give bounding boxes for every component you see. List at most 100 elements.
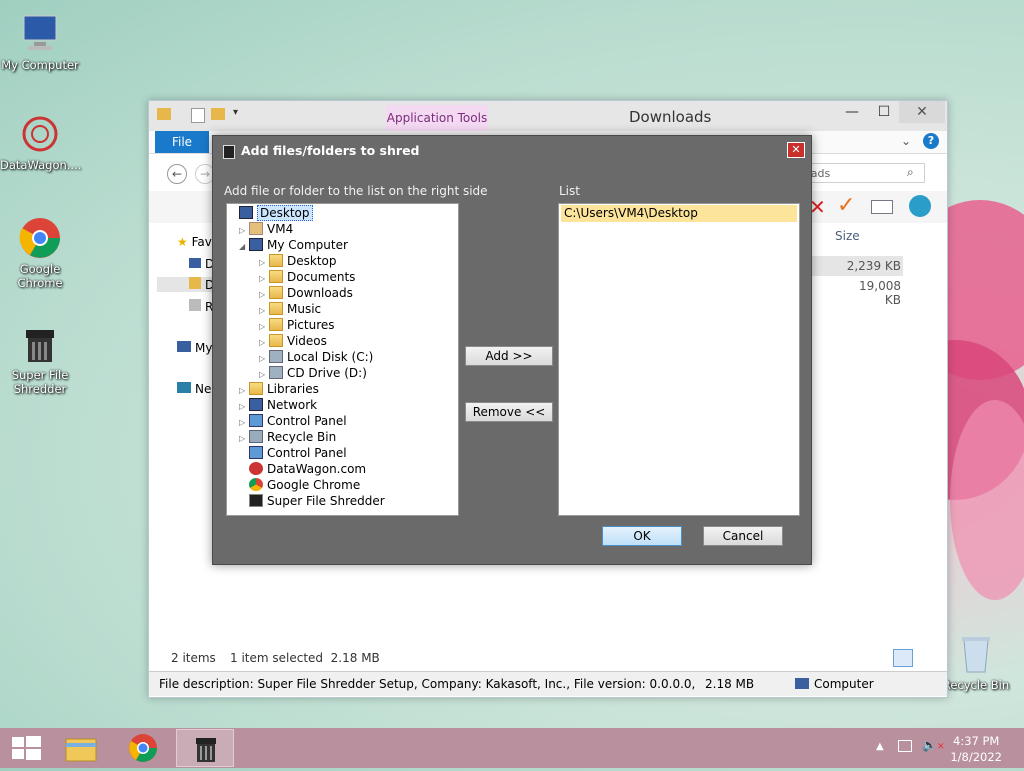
network-icon bbox=[177, 382, 191, 393]
ribbon-expand-icon[interactable]: ⌄ bbox=[901, 134, 911, 148]
nav-my-computer[interactable]: My bbox=[177, 341, 212, 355]
desktop-icon-super-file-shredder[interactable]: Super File Shredder bbox=[0, 322, 80, 396]
list-item[interactable]: C:\Users\VM4\Desktop bbox=[561, 205, 797, 222]
tree-item[interactable]: ▷ Control Panel bbox=[239, 413, 347, 429]
add-button[interactable]: Add >> bbox=[465, 346, 553, 366]
tree-item-label: Music bbox=[287, 302, 322, 316]
tree-item[interactable]: ▷ Documents bbox=[259, 269, 355, 285]
nav-fav-item[interactable]: D bbox=[189, 257, 214, 271]
my-computer-icon bbox=[18, 12, 62, 56]
tree-item[interactable]: ◢ My Computer bbox=[239, 237, 348, 253]
nav-network[interactable]: Ne bbox=[177, 382, 211, 396]
taskbar-super-file-shredder[interactable] bbox=[176, 729, 234, 767]
shredder-icon bbox=[18, 322, 62, 366]
windows-logo-icon bbox=[12, 736, 41, 760]
clock-date: 1/8/2022 bbox=[950, 750, 1002, 764]
nav-fav-item-recent[interactable]: R bbox=[189, 299, 213, 314]
tree-item[interactable]: ▷ Downloads bbox=[259, 285, 353, 301]
folder-tree[interactable]: Desktop ▷ VM4 ◢ My Computer ▷ Desktop ▷ Document… bbox=[226, 203, 459, 516]
tree-item[interactable]: Google Chrome bbox=[239, 477, 360, 493]
tree-item[interactable]: ▷ Libraries bbox=[239, 381, 319, 397]
show-hidden-icons-icon[interactable]: ▲ bbox=[876, 741, 884, 752]
new-folder-icon[interactable] bbox=[211, 108, 225, 120]
tree-item[interactable]: ▷ Local Disk (C:) bbox=[259, 349, 373, 365]
desktop-icon-label: Super File Shredder bbox=[11, 368, 69, 396]
back-icon[interactable]: ← bbox=[167, 164, 187, 184]
recent-places-icon bbox=[189, 299, 201, 311]
desktop-icon-chrome[interactable]: Google Chrome bbox=[0, 216, 80, 290]
tree-item[interactable]: Control Panel bbox=[239, 445, 347, 461]
monitor-icon bbox=[249, 398, 263, 411]
nav-item-label: My bbox=[195, 341, 213, 355]
quick-access-dropdown-icon[interactable]: ▾ bbox=[233, 107, 238, 118]
volume-muted-icon[interactable]: 🔈✕ bbox=[922, 738, 945, 752]
tree-expander-icon[interactable]: ◢ bbox=[239, 239, 249, 255]
shred-list[interactable]: C:\Users\VM4\Desktop bbox=[558, 203, 800, 516]
close-button[interactable]: ✕ bbox=[899, 101, 945, 123]
tree-item[interactable]: ▷ CD Drive (D:) bbox=[259, 365, 367, 381]
tree-item[interactable]: ▷ VM4 bbox=[239, 221, 293, 237]
check-icon[interactable]: ✓ bbox=[837, 193, 855, 218]
large-icons-view-icon[interactable] bbox=[917, 649, 935, 667]
tree-item-label: Desktop bbox=[257, 205, 313, 221]
start-button[interactable] bbox=[0, 729, 58, 767]
remove-button[interactable]: Remove << bbox=[465, 402, 553, 422]
tree-item[interactable]: ▷ Recycle Bin bbox=[239, 429, 336, 445]
clock-time: 4:37 PM bbox=[953, 734, 1000, 748]
tree-item[interactable]: Desktop bbox=[229, 205, 313, 221]
tree-item[interactable]: ▷ Desktop bbox=[259, 253, 337, 269]
window-title: Downloads bbox=[629, 108, 712, 126]
desktop-icon bbox=[189, 258, 201, 268]
globe-icon[interactable] bbox=[909, 195, 931, 217]
maximize-button[interactable]: ☐ bbox=[867, 101, 901, 123]
rename-icon[interactable] bbox=[871, 200, 893, 214]
network-status-icon[interactable] bbox=[898, 740, 912, 752]
cancel-button[interactable]: Cancel bbox=[703, 526, 783, 546]
folder-icon bbox=[269, 254, 283, 267]
search-icon[interactable]: ⌕ bbox=[907, 165, 914, 180]
clock[interactable]: 4:37 PM 1/8/2022 bbox=[950, 733, 1002, 765]
tree-item-label: DataWagon.com bbox=[267, 462, 367, 476]
taskbar-file-explorer[interactable] bbox=[52, 729, 110, 767]
nav-favorites[interactable]: ★ Fav bbox=[177, 235, 212, 249]
tree-item-label: Recycle Bin bbox=[267, 430, 337, 444]
help-icon[interactable]: ? bbox=[923, 133, 939, 149]
tree-item[interactable]: Super File Shredder bbox=[239, 493, 385, 509]
desktop-icon-label: Google Chrome bbox=[17, 262, 63, 290]
tree-item-label: My Computer bbox=[267, 238, 348, 252]
desktop-icon-label: Recycle Bin bbox=[942, 678, 1010, 692]
tree-item-label: Videos bbox=[287, 334, 327, 348]
tree-item-label: VM4 bbox=[267, 222, 294, 236]
explorer-titlebar: ▾ Application Tools Downloads — ☐ ✕ bbox=[149, 101, 947, 131]
tree-item[interactable]: ▷ Network bbox=[239, 397, 317, 413]
desktop-icon-datawagon[interactable]: DataWagon.... bbox=[0, 112, 81, 172]
tree-item[interactable]: ▷ Videos bbox=[259, 333, 327, 349]
computer-icon bbox=[795, 678, 809, 689]
tree-item[interactable]: ▷ Pictures bbox=[259, 317, 335, 333]
file-explorer-icon bbox=[65, 738, 97, 762]
desktop-icon-recycle-bin[interactable]: Recycle Bin bbox=[936, 632, 1016, 692]
taskbar-chrome[interactable] bbox=[114, 729, 172, 767]
properties-icon[interactable] bbox=[191, 108, 205, 123]
tree-item[interactable]: DataWagon.com bbox=[239, 461, 366, 477]
tree-item-label: Google Chrome bbox=[267, 478, 361, 492]
bin-icon bbox=[249, 430, 263, 443]
desktop-icon-label: My Computer bbox=[1, 58, 79, 72]
column-header-size[interactable]: Size bbox=[835, 229, 860, 243]
monitor-icon bbox=[239, 206, 253, 219]
dialog-close-button[interactable]: ✕ bbox=[787, 142, 805, 158]
status-selection: 1 item selected 2.18 MB bbox=[230, 651, 380, 665]
desktop-icon-my-computer[interactable]: My Computer bbox=[0, 12, 80, 72]
monitor-icon bbox=[249, 238, 263, 251]
details-view-icon[interactable] bbox=[893, 649, 913, 667]
description-size: 2.18 MB bbox=[705, 677, 755, 691]
status-bar: 2 items 1 item selected 2.18 MB bbox=[149, 649, 947, 669]
application-tools-tab[interactable]: Application Tools bbox=[386, 105, 488, 131]
ok-button[interactable]: OK bbox=[602, 526, 682, 546]
folder-icon bbox=[269, 302, 283, 315]
file-size: 2,239 KB bbox=[846, 259, 901, 273]
file-tab[interactable]: File bbox=[155, 131, 209, 153]
tree-item[interactable]: ▷ Music bbox=[259, 301, 321, 317]
list-label: List bbox=[559, 184, 580, 198]
minimize-button[interactable]: — bbox=[835, 101, 869, 123]
